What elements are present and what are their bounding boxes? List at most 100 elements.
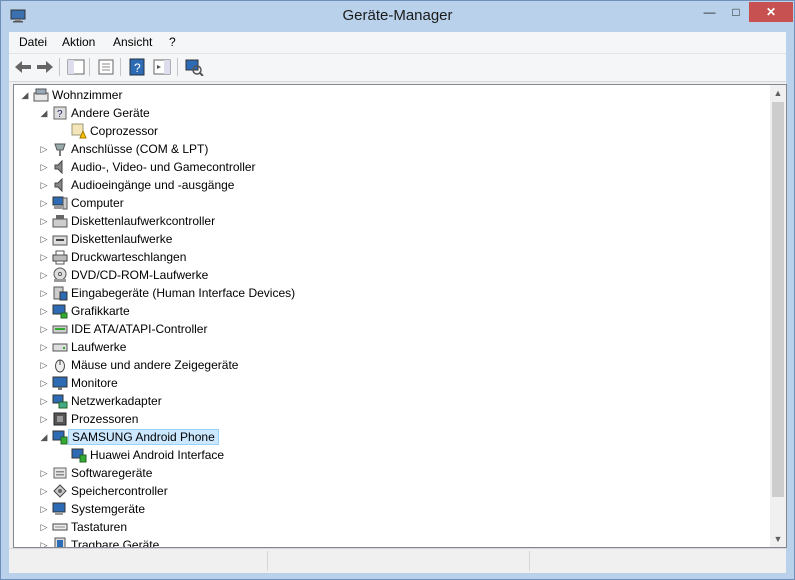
computer-root-icon bbox=[33, 87, 49, 103]
collapsed-arrow-icon[interactable]: ▷ bbox=[39, 143, 49, 155]
collapsed-arrow-icon[interactable]: ▷ bbox=[39, 359, 49, 371]
collapsed-arrow-icon[interactable]: ▷ bbox=[39, 305, 49, 317]
collapsed-arrow-icon[interactable]: ▷ bbox=[39, 197, 49, 209]
tree-item[interactable]: ▷ Tastaturen bbox=[14, 518, 770, 536]
vertical-scrollbar[interactable]: ▲ ▼ bbox=[770, 85, 786, 547]
menu-datei[interactable]: Datei bbox=[19, 35, 47, 49]
monitor-icon bbox=[52, 375, 68, 391]
tree-item[interactable]: ▷ Computer bbox=[14, 194, 770, 212]
device-manager-window: Geräte-Manager — □ ✕ Datei Aktion Ansicht?… bbox=[0, 0, 795, 580]
floppy-drive-icon bbox=[52, 231, 68, 247]
collapsed-arrow-icon[interactable]: ▷ bbox=[39, 215, 49, 227]
collapsed-arrow-icon[interactable]: ▷ bbox=[39, 377, 49, 389]
menu-aktion[interactable]: Aktion bbox=[62, 35, 95, 49]
menu-ansicht[interactable]: Ansicht bbox=[113, 35, 152, 49]
arrow-right-icon bbox=[37, 61, 53, 73]
speaker-icon bbox=[52, 177, 68, 193]
collapsed-arrow-icon[interactable]: ▷ bbox=[39, 269, 49, 281]
collapsed-arrow-icon[interactable]: ▷ bbox=[39, 413, 49, 425]
tree-item-label: Computer bbox=[71, 196, 124, 210]
tree-item[interactable]: ▷ Tragbare Geräte bbox=[14, 536, 770, 548]
tree-item[interactable]: ▷ Diskettenlaufwerkcontroller bbox=[14, 212, 770, 230]
tree-item[interactable]: Coprozessor bbox=[14, 122, 770, 140]
tree-item[interactable]: ▷ Prozessoren bbox=[14, 410, 770, 428]
ide-controller-icon bbox=[52, 321, 68, 337]
tree-item[interactable]: ▷ Systemgeräte bbox=[14, 500, 770, 518]
scan-hardware-button[interactable] bbox=[184, 58, 204, 77]
show-hide-console-tree-button[interactable] bbox=[66, 58, 86, 76]
collapsed-arrow-icon[interactable]: ▷ bbox=[39, 323, 49, 335]
collapsed-arrow-icon[interactable]: ▷ bbox=[39, 395, 49, 407]
tree-item[interactable]: ▷ Mäuse und andere Zeigegeräte bbox=[14, 356, 770, 374]
tree-item[interactable]: ▷ Monitore bbox=[14, 374, 770, 392]
help-button[interactable]: ? bbox=[127, 58, 147, 76]
tree-item[interactable]: ▷ Diskettenlaufwerke bbox=[14, 230, 770, 248]
collapsed-arrow-icon[interactable]: ▷ bbox=[39, 521, 49, 533]
collapsed-arrow-icon[interactable]: ▷ bbox=[39, 341, 49, 353]
title-bar[interactable]: Geräte-Manager — □ ✕ bbox=[1, 1, 794, 32]
action-pane-button[interactable] bbox=[152, 58, 172, 76]
collapsed-arrow-icon[interactable]: ▷ bbox=[39, 539, 49, 547]
disk-drive-icon bbox=[52, 339, 68, 355]
expanded-arrow-icon[interactable]: ◢ bbox=[20, 89, 30, 101]
scroll-up-button[interactable]: ▲ bbox=[770, 85, 786, 101]
status-segment bbox=[529, 551, 540, 571]
collapsed-arrow-icon[interactable]: ▷ bbox=[39, 287, 49, 299]
collapsed-arrow-icon[interactable]: ▷ bbox=[39, 251, 49, 263]
hid-icon bbox=[52, 285, 68, 301]
tree-item[interactable]: ◢ SAMSUNG Android Phone bbox=[14, 428, 770, 446]
menu-help[interactable]: ? bbox=[169, 35, 176, 49]
expanded-arrow-icon[interactable]: ◢ bbox=[39, 431, 49, 443]
tree-item[interactable]: ▷ DVD/CD-ROM-Laufwerke bbox=[14, 266, 770, 284]
tree-item-label: IDE ATA/ATAPI-Controller bbox=[71, 322, 208, 336]
tree-item[interactable]: ▷ Audioeingänge und -ausgänge bbox=[14, 176, 770, 194]
collapsed-arrow-icon[interactable]: ▷ bbox=[39, 233, 49, 245]
tree-item[interactable]: ▷ Speichercontroller bbox=[14, 482, 770, 500]
toolbar-separator bbox=[177, 58, 178, 76]
close-button[interactable]: ✕ bbox=[749, 2, 793, 22]
system-device-icon bbox=[52, 501, 68, 517]
tree-item[interactable]: ▷ Druckwarteschlangen bbox=[14, 248, 770, 266]
tree-item[interactable]: ▷ IDE ATA/ATAPI-Controller bbox=[14, 320, 770, 338]
tree-item[interactable]: ▷ Anschlüsse (COM & LPT) bbox=[14, 140, 770, 158]
arrow-left-icon bbox=[15, 61, 31, 73]
scroll-down-button[interactable]: ▼ bbox=[770, 531, 786, 547]
tree-item[interactable]: ◢ Wohnzimmer bbox=[14, 86, 770, 104]
collapsed-arrow-icon[interactable]: ▷ bbox=[39, 485, 49, 497]
collapsed-arrow-icon[interactable]: ▷ bbox=[39, 467, 49, 479]
tree-item[interactable]: ▷ Audio-, Video- und Gamecontroller bbox=[14, 158, 770, 176]
tree-item-label: Netzwerkadapter bbox=[71, 394, 162, 408]
tree-item[interactable]: ▷ Eingabegeräte (Human Interface Devices) bbox=[14, 284, 770, 302]
speaker-icon bbox=[52, 159, 68, 175]
processor-icon bbox=[52, 411, 68, 427]
port-icon bbox=[52, 141, 68, 157]
tree-item[interactable]: ◢? Andere Geräte bbox=[14, 104, 770, 122]
back-button[interactable] bbox=[13, 58, 33, 76]
tree-item-label: Monitore bbox=[71, 376, 118, 390]
properties-button[interactable] bbox=[96, 58, 116, 76]
forward-button[interactable] bbox=[35, 58, 55, 76]
collapsed-arrow-icon[interactable]: ▷ bbox=[39, 161, 49, 173]
tree-item[interactable]: ▷ Grafikkarte bbox=[14, 302, 770, 320]
maximize-button[interactable]: □ bbox=[723, 2, 749, 22]
console-tree-icon bbox=[67, 59, 85, 75]
minimize-button[interactable]: — bbox=[696, 2, 723, 22]
tree-item-label: Huawei Android Interface bbox=[90, 448, 225, 462]
tree-item-label: Eingabegeräte (Human Interface Devices) bbox=[71, 286, 296, 300]
tree-item[interactable]: ▷ Softwaregeräte bbox=[14, 464, 770, 482]
phone-device-icon bbox=[71, 447, 87, 463]
collapsed-arrow-icon[interactable]: ▷ bbox=[39, 179, 49, 191]
tree-item-label: Diskettenlaufwerkcontroller bbox=[71, 214, 216, 228]
device-tree[interactable]: ▷ Tragbare Geräte ▷ Tastaturen ▷ Systemgeräte… bbox=[13, 84, 787, 548]
tree-item[interactable]: Huawei Android Interface bbox=[14, 446, 770, 464]
scrollbar-thumb[interactable] bbox=[772, 102, 784, 497]
tree-item[interactable]: ▷ Netzwerkadapter bbox=[14, 392, 770, 410]
tree-item[interactable]: ▷ Laufwerke bbox=[14, 338, 770, 356]
tree-item-label: Tragbare Geräte bbox=[71, 538, 160, 548]
keyboard-icon bbox=[52, 519, 68, 535]
tree-item-label: Laufwerke bbox=[71, 340, 127, 354]
expanded-arrow-icon[interactable]: ◢ bbox=[39, 107, 49, 119]
tree-item-label: DVD/CD-ROM-Laufwerke bbox=[71, 268, 209, 282]
scan-hardware-icon bbox=[185, 59, 204, 77]
collapsed-arrow-icon[interactable]: ▷ bbox=[39, 503, 49, 515]
